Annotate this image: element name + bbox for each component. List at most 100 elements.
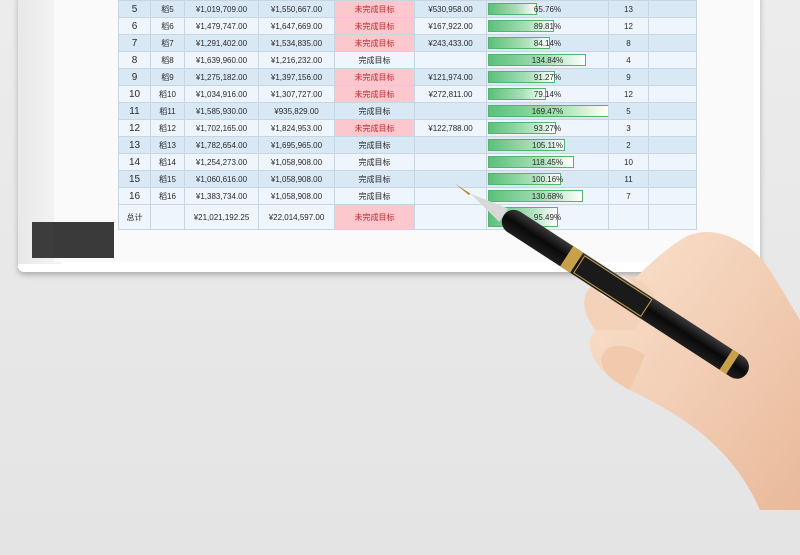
row-rank[interactable]: 8	[608, 34, 649, 52]
row-diff[interactable]	[414, 102, 487, 120]
row-target[interactable]: ¥1,702,165.00	[184, 119, 259, 137]
row-rank[interactable]: 12	[608, 17, 649, 35]
row-name[interactable]: 稻15	[150, 170, 185, 188]
row-pct-cell[interactable]: 169.47%	[486, 102, 609, 120]
row-target[interactable]: ¥1,291,402.00	[184, 34, 259, 52]
row-actual[interactable]: ¥935,829.00	[258, 102, 335, 120]
row-number[interactable]: 12	[118, 119, 151, 137]
row-actual[interactable]: ¥1,058,908.00	[258, 187, 335, 205]
row-diff[interactable]: ¥167,922.00	[414, 17, 487, 35]
row-status[interactable]: 完成目标	[334, 51, 415, 69]
row-name[interactable]: 稻6	[150, 17, 185, 35]
row-status[interactable]: 未完成目标	[334, 17, 415, 35]
table-row: 5 稻5 ¥1,019,709.00 ¥1,550,667.00 未完成目标 ¥530,9…	[118, 0, 697, 18]
row-name[interactable]: 稻14	[150, 153, 185, 171]
row-number[interactable]: 6	[118, 17, 151, 35]
total-label[interactable]: 总计	[118, 204, 151, 230]
row-target[interactable]: ¥1,479,747.00	[184, 17, 259, 35]
row-actual[interactable]: ¥1,695,965.00	[258, 136, 335, 154]
row-target[interactable]: ¥1,639,960.00	[184, 51, 259, 69]
row-status[interactable]: 完成目标	[334, 187, 415, 205]
row-status[interactable]: 完成目标	[334, 102, 415, 120]
row-target[interactable]: ¥1,254,273.00	[184, 153, 259, 171]
row-name[interactable]: 稻8	[150, 51, 185, 69]
row-diff[interactable]: ¥530,958.00	[414, 0, 487, 18]
row-actual[interactable]: ¥1,307,727.00	[258, 85, 335, 103]
row-pct-cell[interactable]: 118.45%	[486, 153, 609, 171]
row-pct-cell[interactable]: 84.14%	[486, 34, 609, 52]
row-status[interactable]: 未完成目标	[334, 119, 415, 137]
row-number[interactable]: 16	[118, 187, 151, 205]
row-pct-label: 93.27%	[533, 123, 562, 133]
row-actual[interactable]: ¥1,647,669.00	[258, 17, 335, 35]
row-rank[interactable]: 9	[608, 68, 649, 86]
row-target[interactable]: ¥1,019,709.00	[184, 0, 259, 18]
row-pct-cell[interactable]: 105.11%	[486, 136, 609, 154]
row-diff[interactable]	[414, 51, 487, 69]
row-name[interactable]: 稻12	[150, 119, 185, 137]
row-pct-cell[interactable]: 134.84%	[486, 51, 609, 69]
total-status[interactable]: 未完成目标	[334, 204, 415, 230]
row-status[interactable]: 完成目标	[334, 153, 415, 171]
row-pct-label: 79.14%	[533, 89, 562, 99]
total-actual[interactable]: ¥22,014,597.00	[258, 204, 335, 230]
row-actual[interactable]: ¥1,534,835.00	[258, 34, 335, 52]
row-rank[interactable]: 10	[608, 153, 649, 171]
row-pct-cell[interactable]: 79.14%	[486, 85, 609, 103]
row-actual[interactable]: ¥1,550,667.00	[258, 0, 335, 18]
row-rank[interactable]: 4	[608, 51, 649, 69]
row-rank[interactable]: 5	[608, 102, 649, 120]
row-target[interactable]: ¥1,275,182.00	[184, 68, 259, 86]
row-name[interactable]: 稻5	[150, 0, 185, 18]
table-row: 14 稻14 ¥1,254,273.00 ¥1,058,908.00 完成目标 118.4…	[118, 153, 697, 171]
row-status[interactable]: 未完成目标	[334, 85, 415, 103]
row-number[interactable]: 13	[118, 136, 151, 154]
row-target[interactable]: ¥1,060,616.00	[184, 170, 259, 188]
row-number[interactable]: 5	[118, 0, 151, 18]
row-target[interactable]: ¥1,034,916.00	[184, 85, 259, 103]
row-actual[interactable]: ¥1,216,232.00	[258, 51, 335, 69]
row-pct-cell[interactable]: 65.76%	[486, 0, 609, 18]
row-number[interactable]: 11	[118, 102, 151, 120]
row-actual[interactable]: ¥1,824,953.00	[258, 119, 335, 137]
row-diff[interactable]	[414, 153, 487, 171]
row-diff[interactable]	[414, 136, 487, 154]
row-status[interactable]: 未完成目标	[334, 68, 415, 86]
row-diff[interactable]: ¥122,788.00	[414, 119, 487, 137]
row-target[interactable]: ¥1,383,734.00	[184, 187, 259, 205]
row-diff[interactable]: ¥121,974.00	[414, 68, 487, 86]
row-actual[interactable]: ¥1,058,908.00	[258, 153, 335, 171]
total-target[interactable]: ¥21,021,192.25	[184, 204, 259, 230]
table-row: 11 稻11 ¥1,585,930.00 ¥935,829.00 完成目标 169.47%…	[118, 102, 697, 120]
row-pct-label: 84.14%	[533, 38, 562, 48]
row-diff[interactable]: ¥243,433.00	[414, 34, 487, 52]
row-actual[interactable]: ¥1,058,908.00	[258, 170, 335, 188]
row-status[interactable]: 完成目标	[334, 170, 415, 188]
row-rank[interactable]: 3	[608, 119, 649, 137]
row-status[interactable]: 完成目标	[334, 136, 415, 154]
row-rank[interactable]: 13	[608, 0, 649, 18]
row-number[interactable]: 7	[118, 34, 151, 52]
row-number[interactable]: 15	[118, 170, 151, 188]
row-target[interactable]: ¥1,585,930.00	[184, 102, 259, 120]
row-rank[interactable]: 12	[608, 85, 649, 103]
row-pct-cell[interactable]: 91.27%	[486, 68, 609, 86]
row-name[interactable]: 稻9	[150, 68, 185, 86]
row-number[interactable]: 14	[118, 153, 151, 171]
row-number[interactable]: 9	[118, 68, 151, 86]
row-diff[interactable]: ¥272,811.00	[414, 85, 487, 103]
row-name[interactable]: 稻13	[150, 136, 185, 154]
row-pct-cell[interactable]: 93.27%	[486, 119, 609, 137]
row-number[interactable]: 10	[118, 85, 151, 103]
row-target[interactable]: ¥1,782,654.00	[184, 136, 259, 154]
row-status[interactable]: 未完成目标	[334, 34, 415, 52]
row-name[interactable]: 稻11	[150, 102, 185, 120]
row-name[interactable]: 稻16	[150, 187, 185, 205]
row-pct-cell[interactable]: 89.81%	[486, 17, 609, 35]
row-number[interactable]: 8	[118, 51, 151, 69]
row-actual[interactable]: ¥1,397,156.00	[258, 68, 335, 86]
row-name[interactable]: 稻7	[150, 34, 185, 52]
row-rank[interactable]: 2	[608, 136, 649, 154]
row-name[interactable]: 稻10	[150, 85, 185, 103]
row-status[interactable]: 未完成目标	[334, 0, 415, 18]
